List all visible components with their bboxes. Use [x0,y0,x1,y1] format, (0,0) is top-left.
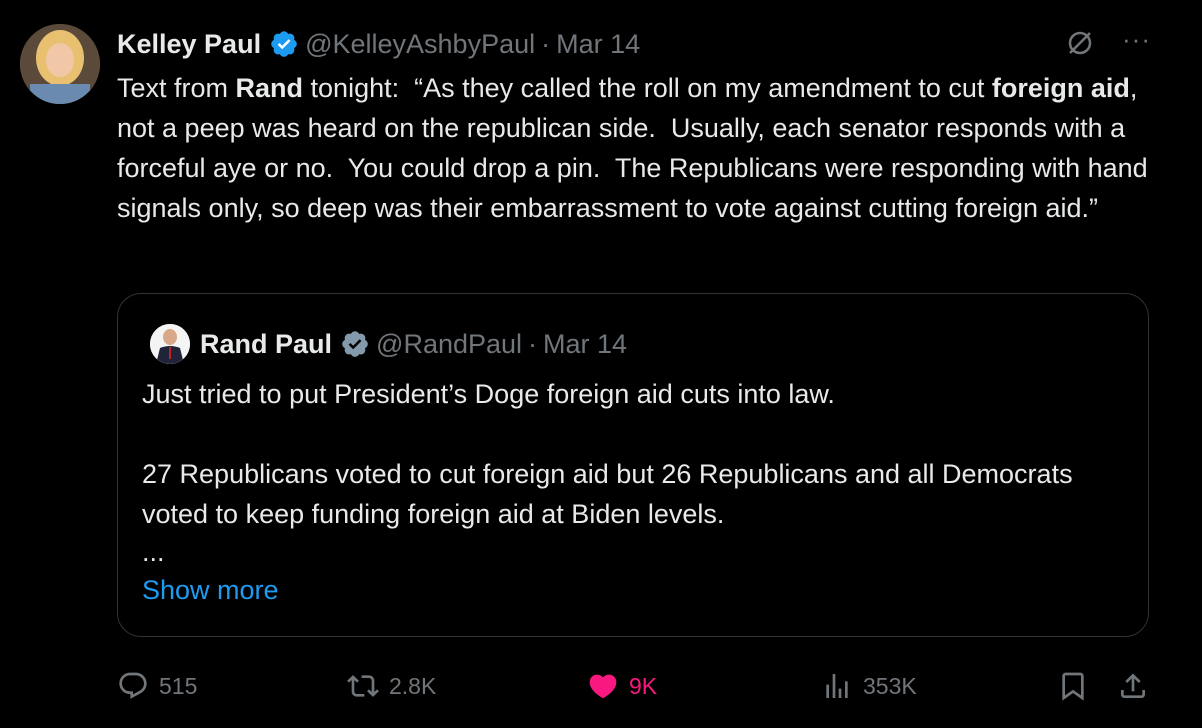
more-icon[interactable]: ··· [1122,24,1151,55]
show-more-link[interactable]: Show more [142,570,1122,610]
views-button[interactable]: 353K [821,664,917,708]
like-count: 9K [629,672,658,699]
quoted-author-name: Rand Paul [200,328,333,359]
separator-dot: · [528,328,538,359]
reply-button[interactable]: 515 [117,664,197,708]
tweet-text-bold: Rand [235,73,304,103]
like-icon [589,674,617,699]
reply-count: 515 [159,672,198,699]
quoted-text: Just tried to put President’s Doge forei… [142,374,1122,610]
separator-dot: · [541,28,551,59]
verified-gray-badge-icon [342,331,368,357]
tweet-text: Text from Rand tonight: “As they called … [117,68,1157,228]
quoted-line-2: 27 Republicans voted to cut foreign aid … [142,459,1081,529]
author-handle[interactable]: @KelleyAshbyPaul [305,29,535,60]
quoted-header: Rand Paul @RandPaul · Mar 14 [150,324,627,364]
action-bar: 515 2.8K 9K 353K [117,664,1157,708]
quoted-date: Mar 14 [543,328,628,359]
quoted-avatar [150,324,190,364]
bookmark-icon [1062,672,1084,701]
author-avatar[interactable] [20,24,100,104]
quoted-handle: @RandPaul [376,328,523,359]
repost-count: 2.8K [389,672,437,699]
tweet: Kelley Paul @KelleyAshbyPaul · Mar 14 ··… [117,20,1157,228]
grok-icon[interactable] [1065,28,1095,58]
reply-icon [119,672,147,699]
quoted-line-1: Just tried to put President’s Doge forei… [142,379,835,409]
author-name[interactable]: Kelley Paul [117,29,261,60]
share-icon [1121,673,1145,698]
tweet-text-bold: foreign aid [991,73,1130,103]
repost-icon [347,675,379,697]
like-button[interactable]: 9K [587,664,657,708]
bookmark-button[interactable] [1057,664,1099,708]
tweet-text-part: Text from [117,73,236,103]
quoted-tweet[interactable]: Rand Paul @RandPaul · Mar 14 Just tried … [117,293,1149,637]
repost-button[interactable]: 2.8K [347,664,436,708]
share-button[interactable] [1117,664,1159,708]
tweet-date[interactable]: Mar 14 [556,29,640,60]
tweet-text-part: tonight: “As they called the roll on my … [303,73,992,103]
tweet-header: Kelley Paul @KelleyAshbyPaul · Mar 14 [117,20,1157,68]
views-count: 353K [863,672,917,699]
verified-badge-icon[interactable] [269,29,299,59]
views-icon [826,674,848,698]
quoted-ellipsis: ... [142,537,165,567]
